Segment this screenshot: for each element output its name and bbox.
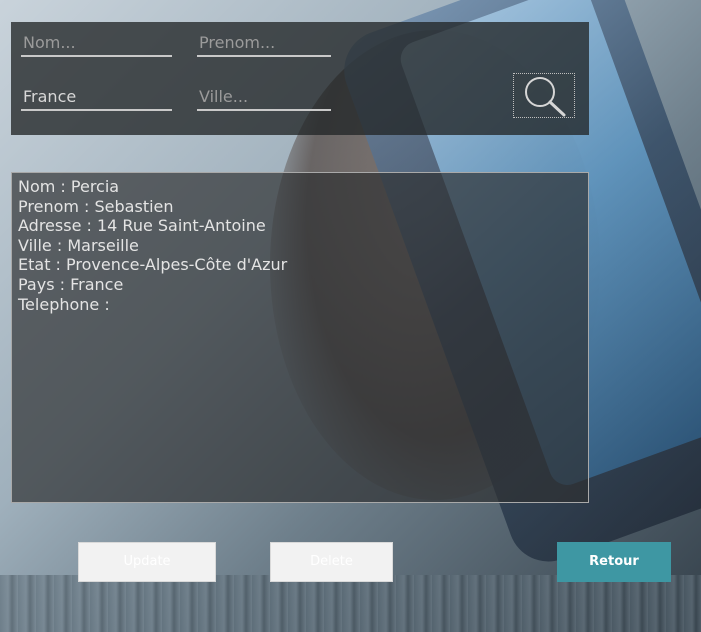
prenom-field-container — [197, 31, 331, 57]
pays-field-container — [21, 85, 172, 111]
ville-field-container — [197, 85, 331, 111]
detail-nom: Nom : Percia — [18, 177, 120, 196]
search-button[interactable] — [513, 73, 575, 118]
detail-prenom: Prenom : Sebastien — [18, 196, 174, 216]
contact-details-panel: Nom : Percia Prenom : Sebastien Adresse … — [11, 172, 589, 503]
detail-pays: Pays : France — [18, 274, 124, 294]
delete-button[interactable]: Delete — [270, 542, 393, 582]
background-keyboard — [0, 575, 701, 632]
search-icon — [525, 76, 566, 116]
detail-ville: Ville : Marseille — [18, 235, 139, 255]
retour-button[interactable]: Retour — [557, 542, 671, 582]
update-button[interactable]: Update — [78, 542, 216, 582]
detail-adresse: Adresse : 14 Rue Saint-Antoine — [18, 216, 266, 236]
nom-input[interactable] — [23, 31, 172, 53]
search-panel — [11, 22, 589, 135]
pays-input[interactable] — [23, 85, 172, 107]
nom-field-container — [21, 31, 172, 57]
prenom-input[interactable] — [199, 31, 331, 53]
ville-input[interactable] — [199, 85, 331, 107]
detail-etat: Etat : Provence-Alpes-Côte d'Azur — [18, 255, 288, 275]
detail-telephone: Telephone : — [18, 294, 110, 314]
